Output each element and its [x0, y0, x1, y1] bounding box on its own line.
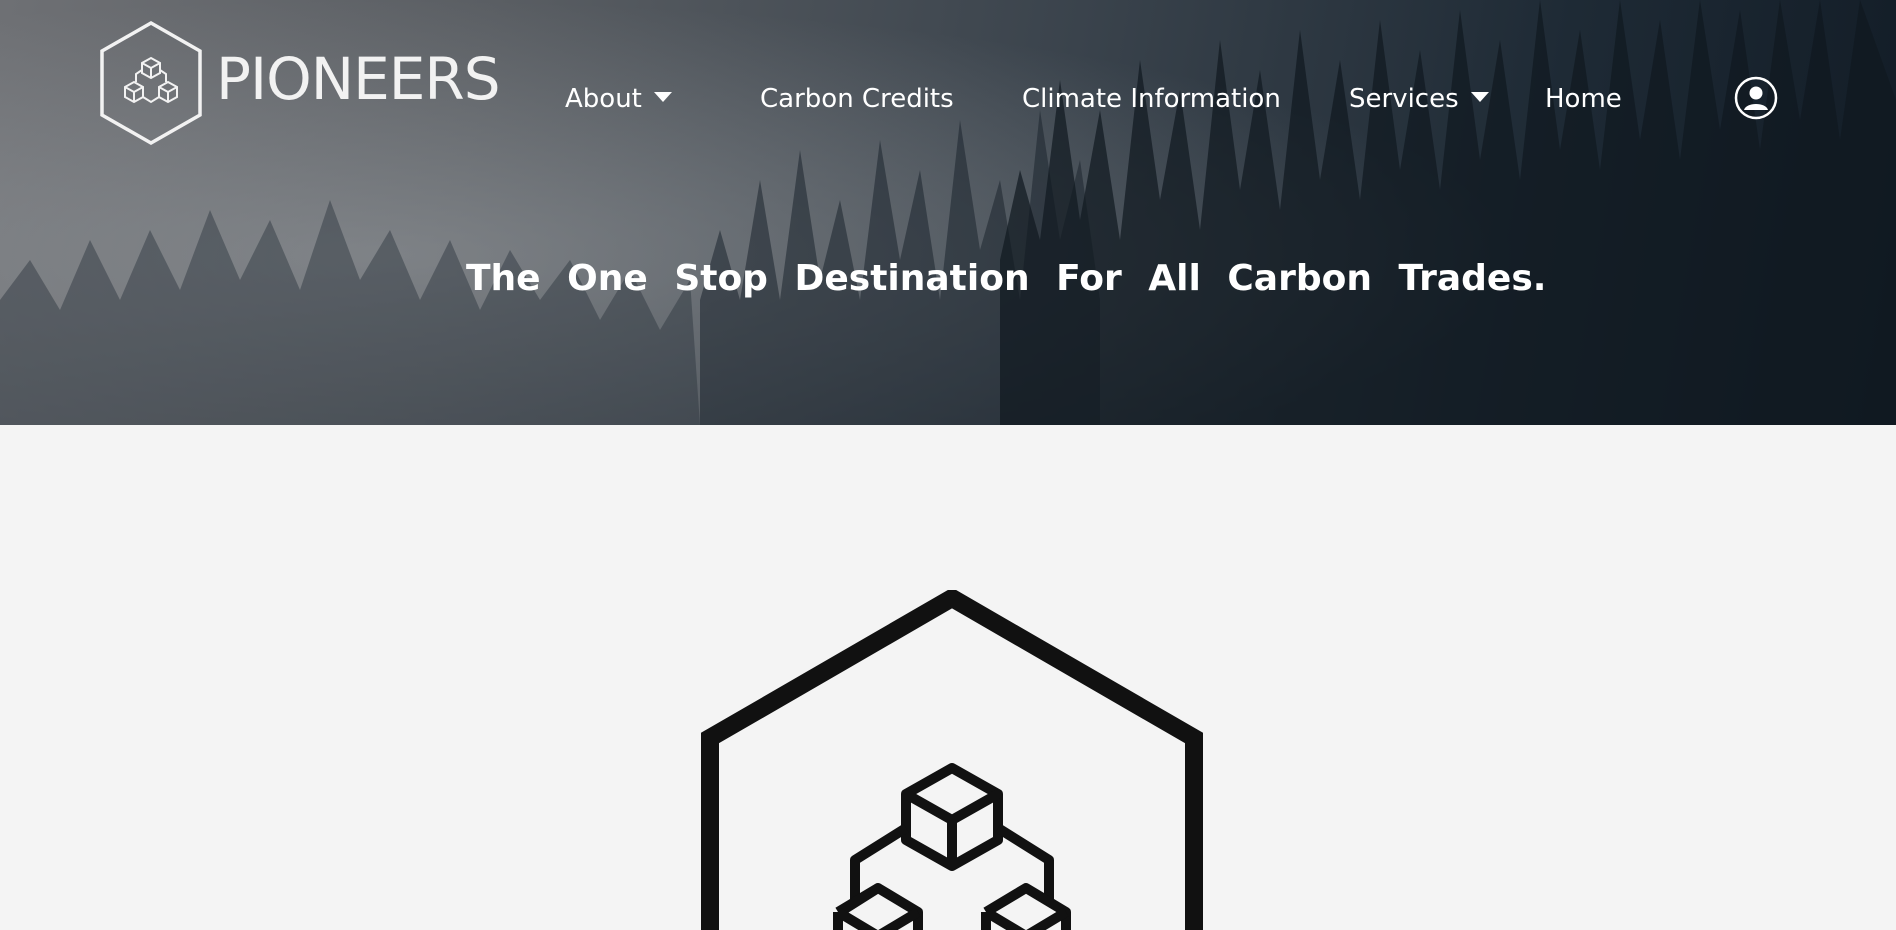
- hexagon-cubes-icon: [100, 20, 202, 146]
- nav-climate-information-label: Climate Information: [1022, 84, 1281, 114]
- hexagon-cubes-icon: [701, 590, 1203, 930]
- nav-about-label: About: [565, 84, 642, 114]
- nav-carbon-credits-label: Carbon Credits: [760, 84, 954, 114]
- chevron-down-icon: [1470, 92, 1489, 102]
- nav-services[interactable]: Services: [1349, 84, 1489, 114]
- hero-headline: The One Stop Destination For All Carbon …: [466, 258, 1547, 299]
- hero-banner: PIONEERS About Carbon Credits Climate In…: [0, 0, 1896, 425]
- logo-text: PIONEERS: [216, 45, 501, 113]
- nav-about[interactable]: About: [565, 84, 672, 114]
- nav-services-label: Services: [1349, 84, 1459, 114]
- nav-home-label: Home: [1545, 84, 1622, 114]
- chevron-down-icon: [653, 92, 672, 102]
- site-logo[interactable]: PIONEERS: [98, 20, 501, 146]
- nav-home[interactable]: Home: [1545, 84, 1622, 114]
- nav-climate-information[interactable]: Climate Information: [1022, 84, 1281, 114]
- user-circle-icon[interactable]: [1734, 76, 1778, 120]
- nav-carbon-credits[interactable]: Carbon Credits: [760, 84, 954, 114]
